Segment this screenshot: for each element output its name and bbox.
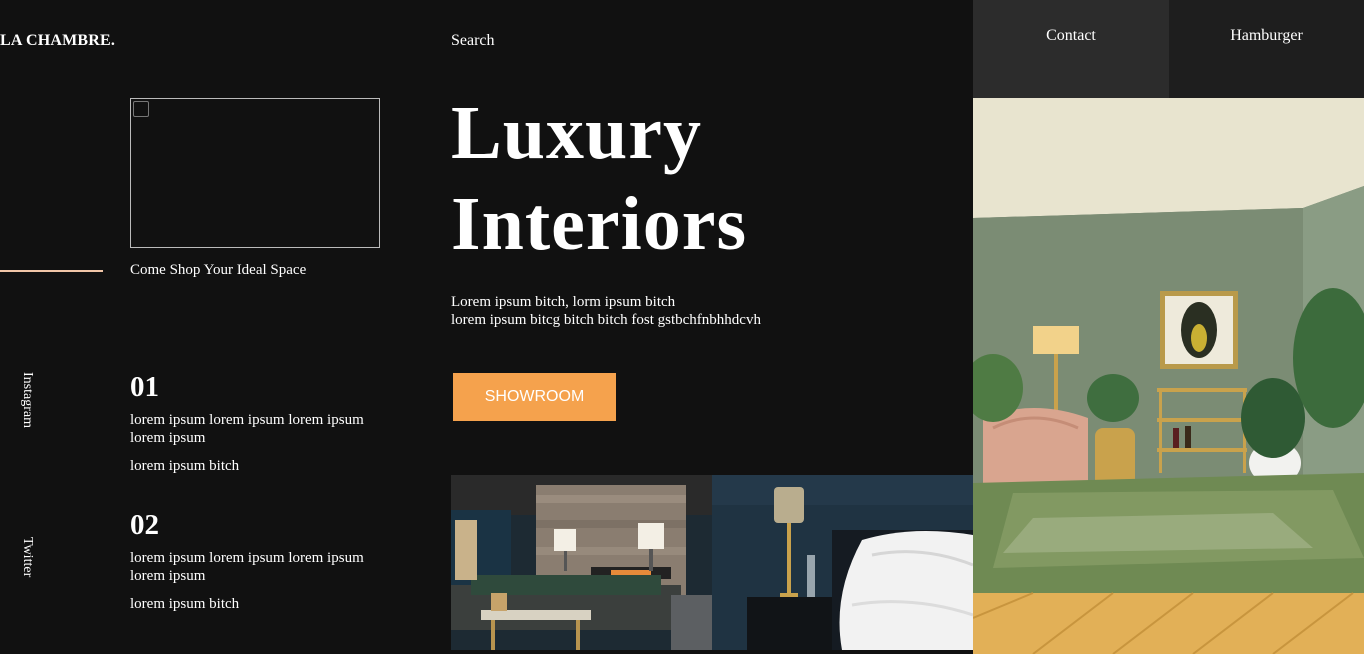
hero-title-line2: Interiors xyxy=(451,182,748,266)
broken-image-icon xyxy=(133,101,149,117)
hero-description: Lorem ipsum bitch, lorm ipsum bitch lore… xyxy=(451,293,761,329)
hero-interior-photo xyxy=(973,98,1364,654)
feature-number: 02 xyxy=(130,509,159,541)
nav-contact[interactable]: Contact xyxy=(973,0,1169,98)
feature-number: 01 xyxy=(130,371,159,403)
nav-contact-label: Contact xyxy=(1046,27,1096,44)
showroom-button[interactable]: SHOWROOM xyxy=(453,373,616,421)
top-nav: Contact Hamburger xyxy=(973,0,1364,98)
hero-text-line1: Lorem ipsum bitch, lorm ipsum bitch xyxy=(451,294,676,310)
feature-item: 01 lorem ipsum lorem ipsum lorem ipsum l… xyxy=(130,371,400,475)
nav-hamburger[interactable]: Hamburger xyxy=(1169,0,1364,98)
site-logo[interactable]: LA CHAMBRE. xyxy=(0,32,115,50)
search-link[interactable]: Search xyxy=(451,32,495,50)
broken-image-placeholder xyxy=(130,98,380,248)
feature-item: 02 lorem ipsum lorem ipsum lorem ipsum l… xyxy=(130,509,400,613)
feature-text: lorem ipsum lorem ipsum lorem ipsum lore… xyxy=(130,412,364,446)
social-link-twitter[interactable]: Twitter xyxy=(19,537,35,577)
feature-subtext: lorem ipsum bitch xyxy=(130,596,240,612)
accent-divider xyxy=(0,270,103,272)
hero-text-line2: lorem ipsum bitcg bitch bitch fost gstbc… xyxy=(451,312,761,328)
hero-title: Luxury Interiors xyxy=(451,88,747,270)
feature-text: lorem ipsum lorem ipsum lorem ipsum lore… xyxy=(130,550,364,584)
bedroom-photo xyxy=(712,475,973,650)
living-room-photo xyxy=(451,475,712,650)
feature-subtext: lorem ipsum bitch xyxy=(130,458,240,474)
nav-hamburger-label: Hamburger xyxy=(1230,27,1303,44)
social-link-instagram[interactable]: Instagram xyxy=(19,372,35,428)
tagline: Come Shop Your Ideal Space xyxy=(130,262,307,278)
hero-title-line1: Luxury xyxy=(451,91,702,175)
